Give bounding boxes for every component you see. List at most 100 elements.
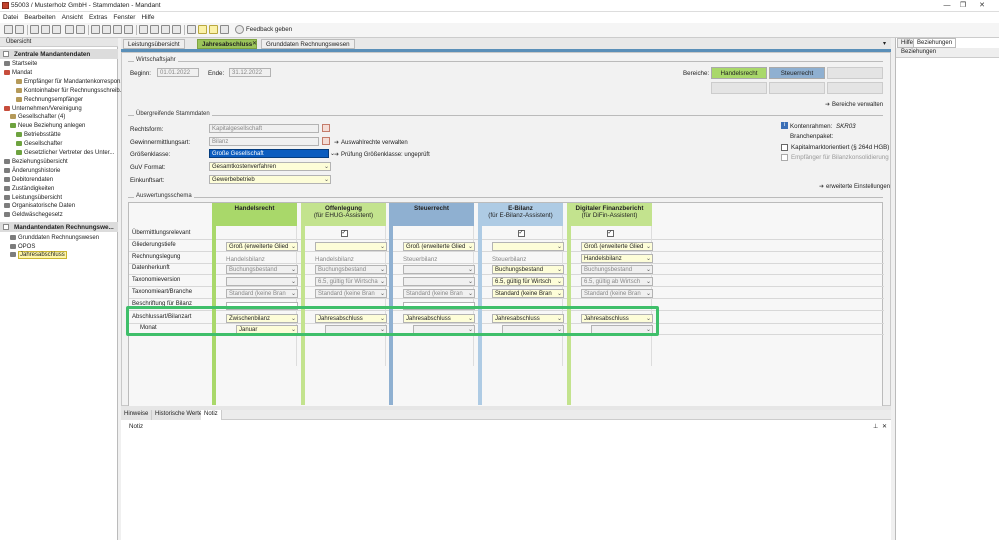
nav-item[interactable]: Mandat xyxy=(4,69,32,78)
schema-cell-select[interactable]: Standard (keine Bran ⌄ xyxy=(315,289,387,298)
feedback-icon[interactable] xyxy=(235,25,244,34)
notes-icon[interactable] xyxy=(209,25,218,34)
nav-item[interactable]: Organisatorische Daten xyxy=(4,203,75,211)
schema-cell-select[interactable]: Buchungsbestand ⌄ xyxy=(226,265,298,274)
nav-item[interactable]: Zuständigkeiten xyxy=(4,185,54,194)
schema-cell-select[interactable]: Handelsbilanz ⌄ xyxy=(581,254,653,263)
document-icon[interactable] xyxy=(198,25,207,34)
end-field[interactable]: 31.12.2022 xyxy=(229,68,271,77)
schema-cell-select[interactable]: ⌄ xyxy=(226,277,298,286)
copy-icon[interactable] xyxy=(102,25,111,34)
print-icon[interactable] xyxy=(41,25,50,34)
schema-cell-select[interactable]: ⌄ xyxy=(403,277,475,286)
close-icon[interactable]: ✕ xyxy=(882,423,887,430)
nav-item[interactable]: Änderungshistorie xyxy=(4,167,60,176)
menu-fenster[interactable]: Fenster xyxy=(110,12,138,21)
bilanzkonsolidierung-checkbox[interactable] xyxy=(781,154,788,161)
filter-icon[interactable] xyxy=(139,25,148,34)
schema-cell-select[interactable]: Buchungsbestand ⌄ xyxy=(492,265,564,274)
preview-icon[interactable] xyxy=(52,25,61,34)
bereich-empty-button[interactable] xyxy=(769,82,825,94)
uebermittlung-checkbox[interactable]: ✓ xyxy=(340,230,348,237)
nav-item[interactable]: Jahresabschluss xyxy=(10,251,67,260)
bereich-steuerrecht-button[interactable]: Steuerrecht xyxy=(769,67,825,79)
rechtsform-field[interactable]: Kapitalgesellschaft xyxy=(209,124,319,133)
nav-item[interactable]: Neue Beziehung anlegen xyxy=(10,123,85,131)
groessenklasse-select[interactable]: Große Gesellschaft xyxy=(209,149,329,158)
einkunftsart-select[interactable]: Gewerbebetrieb ⌄ xyxy=(209,175,331,184)
nav-item[interactable]: Gesellschafter xyxy=(16,141,62,149)
report-icon[interactable] xyxy=(220,25,229,34)
uebermittlung-checkbox[interactable]: ✓ xyxy=(517,230,525,237)
guv-format-select[interactable]: Gesamtkostenverfahren ⌄ xyxy=(209,162,331,171)
gewinnermittlungsart-field[interactable]: Bilanz xyxy=(209,137,319,146)
tab-grunddaten-rechnungswesen[interactable]: Grunddaten Rechnungswesen xyxy=(261,39,355,49)
maximize-button[interactable]: ❐ xyxy=(956,1,970,11)
cut-icon[interactable] xyxy=(91,25,100,34)
schema-cell-select[interactable]: Standard (keine Bran ⌄ xyxy=(492,289,564,298)
pruefung-groessenklasse-link[interactable]: ➜ Prüfung Größenklasse: ungeprüft xyxy=(334,151,430,158)
nav-item[interactable]: Startseite xyxy=(4,61,37,69)
nav-item[interactable]: Geldwäschegesetz xyxy=(4,212,63,220)
bereich-empty-button[interactable] xyxy=(827,82,883,94)
nav-item[interactable]: Gesellschafter (4) xyxy=(10,114,65,122)
schema-cell-select[interactable]: Groß (erweiterte Glied ⌄ xyxy=(403,242,475,251)
nav-item[interactable]: Betriebsstätte xyxy=(16,132,61,140)
nav-item[interactable]: Leistungsübersicht xyxy=(4,194,62,203)
nav-item[interactable]: Unternehmen/Vereinigung xyxy=(4,105,82,114)
schema-cell-select[interactable]: Standard (keine Bran ⌄ xyxy=(581,289,653,298)
menu-ansicht[interactable]: Ansicht xyxy=(59,12,86,21)
menu-hilfe[interactable]: Hilfe xyxy=(138,12,157,21)
section-zentrale-mandantendaten[interactable]: Zentrale Mandantendaten xyxy=(0,49,118,59)
open-icon[interactable] xyxy=(15,25,24,34)
nav-item[interactable]: Debitorendaten xyxy=(4,176,53,185)
bereiche-verwalten-link[interactable]: ➜ Bereiche verwalten xyxy=(825,101,883,108)
pin-icon[interactable]: ⊥ xyxy=(873,423,878,430)
menu-extras[interactable]: Extras xyxy=(86,12,110,21)
list-icon[interactable] xyxy=(150,25,159,34)
begin-field[interactable]: 01.01.2022 xyxy=(157,68,199,77)
feedback-button[interactable]: Feedback geben xyxy=(246,26,292,33)
schema-cell-select[interactable]: ⌄ xyxy=(403,265,475,274)
uebermittlung-checkbox[interactable]: ✓ xyxy=(606,230,614,237)
tab-hinweise[interactable]: Hinweise xyxy=(121,410,153,420)
bereich-empty-button[interactable] xyxy=(711,82,767,94)
schema-cell-select[interactable]: Standard (keine Bran ⌄ xyxy=(226,289,298,298)
schema-cell-select[interactable]: Buchungsbestand ⌄ xyxy=(581,265,653,274)
schema-cell-select[interactable]: 6.5, gültig für Wirtscha ⌄ xyxy=(315,277,387,286)
edit-pencil-icon[interactable] xyxy=(322,137,330,145)
notiz-textarea[interactable] xyxy=(129,432,884,536)
tab-menu-chevron-icon[interactable]: ▾ xyxy=(883,40,886,47)
bereich-empty-button[interactable] xyxy=(827,67,883,79)
nav-item[interactable]: Rechnungsempfänger xyxy=(16,96,83,105)
kapitalmarktorientiert-checkbox[interactable] xyxy=(781,144,788,151)
tab-beziehungen[interactable]: Beziehungen xyxy=(913,38,957,48)
tab-historische-werte[interactable]: Historische Werte xyxy=(152,410,207,420)
mail-icon[interactable] xyxy=(187,25,196,34)
tab-notiz[interactable]: Notiz xyxy=(201,410,222,420)
bereich-handelsrecht-button[interactable]: Handelsrecht xyxy=(711,67,767,79)
schema-cell-select[interactable]: 6.5, gültig ab Wirtsch ⌄ xyxy=(581,277,653,286)
edit-pencil-icon[interactable] xyxy=(322,124,330,132)
menu-datei[interactable]: Datei xyxy=(0,12,21,21)
schema-cell-select[interactable]: Standard (keine Bran ⌄ xyxy=(403,289,475,298)
tab-jahresabschluss[interactable]: Jahresabschluss xyxy=(197,39,258,49)
schema-cell-select[interactable]: 6.5, gültig für Wirtsch ⌄ xyxy=(492,277,564,286)
nav-item[interactable]: Kontoinhaber für Rechnungsschreib... xyxy=(16,87,125,96)
tab-leistungsuebersicht[interactable]: Leistungsübersicht xyxy=(123,39,185,49)
tab-close-icon[interactable]: ✕ xyxy=(252,40,257,47)
menu-bearbeiten[interactable]: Bearbeiten xyxy=(21,12,58,21)
undo-icon[interactable] xyxy=(65,25,74,34)
nav-item[interactable]: Beziehungsübersicht xyxy=(4,158,68,167)
close-button[interactable]: ✕ xyxy=(975,1,989,11)
globe-icon[interactable] xyxy=(172,25,181,34)
nav-item[interactable]: Gesetzlicher Vertreter des Unter... xyxy=(16,150,114,158)
schema-cell-select[interactable]: Groß (erweiterte Glied ⌄ xyxy=(581,242,653,251)
delete-icon[interactable] xyxy=(124,25,133,34)
schema-cell-select[interactable]: ⌄ xyxy=(492,242,564,251)
redo-icon[interactable] xyxy=(76,25,85,34)
new-icon[interactable] xyxy=(4,25,13,34)
section-mandantendaten-rechnungswesen[interactable]: Mandantendaten Rechnungswe... xyxy=(0,222,118,232)
history-icon[interactable] xyxy=(161,25,170,34)
nav-item[interactable]: Grunddaten Rechnungswesen xyxy=(10,235,99,243)
